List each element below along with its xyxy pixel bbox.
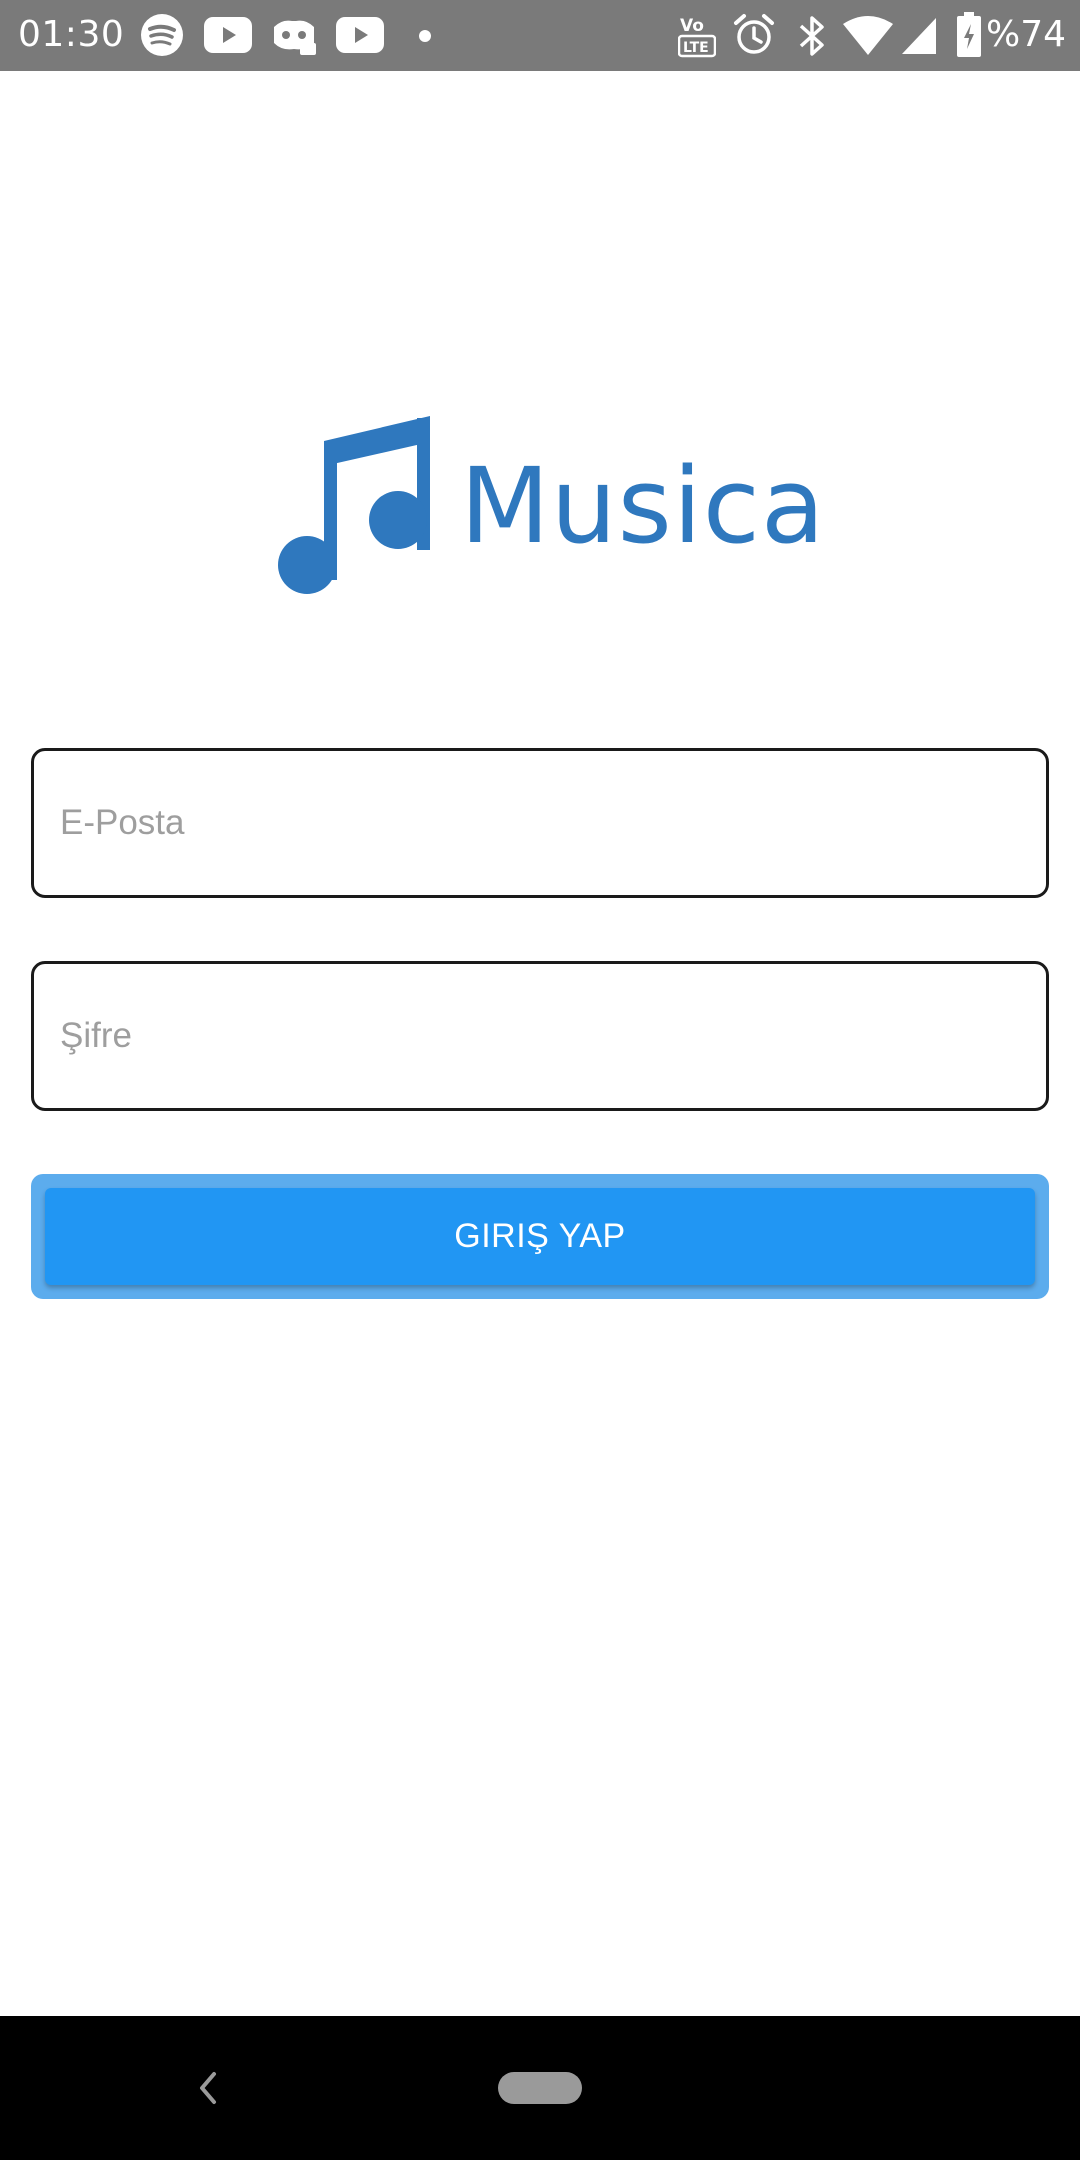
alarm-icon	[734, 14, 774, 54]
bluetooth-icon	[799, 16, 824, 56]
password-field-container	[31, 961, 1049, 1111]
spotify-icon	[141, 14, 183, 56]
discord-icon	[274, 20, 316, 55]
email-field-container	[31, 748, 1049, 898]
login-button[interactable]: GIRIŞ YAP	[45, 1188, 1035, 1285]
dot-icon	[419, 30, 431, 42]
volte-icon: Vo LTE	[678, 16, 716, 58]
youtube-icon	[204, 17, 252, 53]
login-button-focus-ring: GIRIŞ YAP	[31, 1174, 1049, 1299]
status-bar: 01:30 Vo LTE %74	[0, 0, 1080, 71]
back-chevron-icon[interactable]	[190, 2064, 224, 2112]
youtube-icon	[336, 17, 384, 53]
battery-percent: %74	[985, 14, 1066, 55]
password-field[interactable]	[60, 964, 1020, 1108]
battery-icon	[957, 12, 981, 57]
app-logo: Musica	[270, 408, 830, 608]
svg-text:LTE: LTE	[683, 40, 709, 56]
email-field[interactable]	[60, 751, 1020, 895]
svg-text:Vo: Vo	[680, 16, 704, 36]
signal-icon	[902, 18, 936, 54]
home-pill-icon[interactable]	[498, 2072, 582, 2104]
music-note-icon	[278, 416, 430, 594]
wifi-icon	[843, 16, 893, 55]
app-name: Musica	[460, 445, 826, 567]
navigation-bar	[0, 2016, 1080, 2160]
status-time: 01:30	[18, 14, 125, 55]
